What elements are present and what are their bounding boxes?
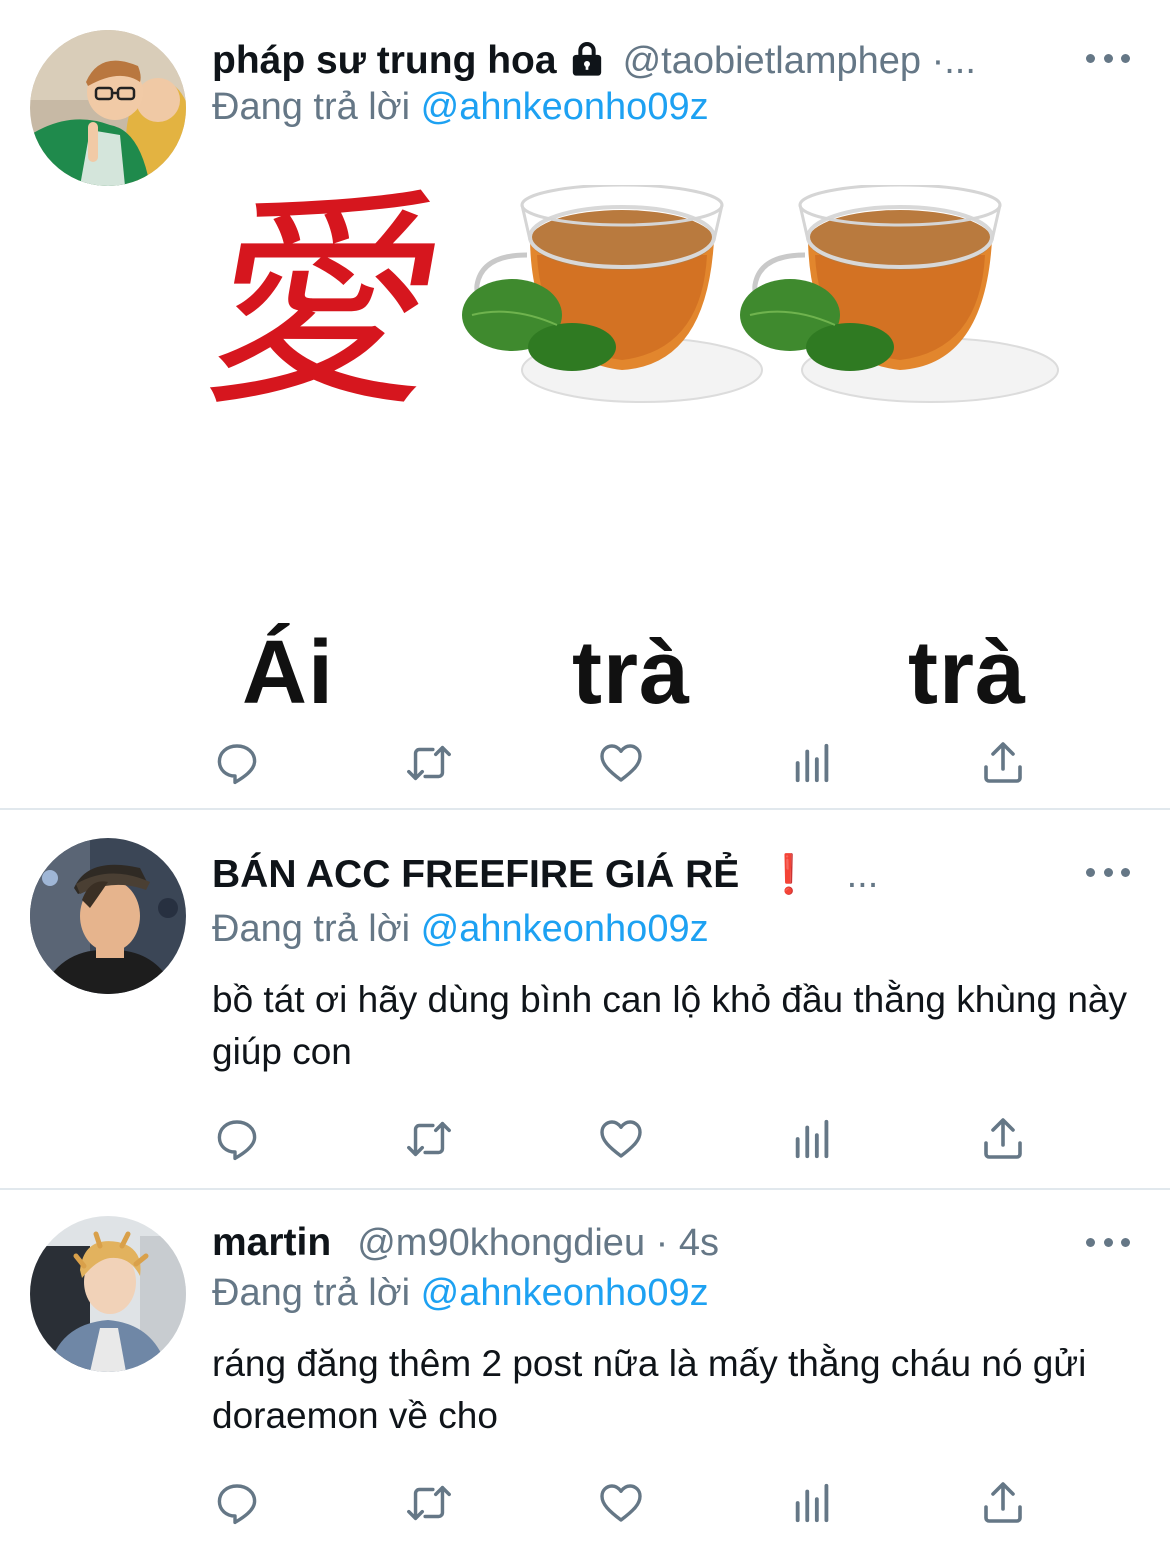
display-name[interactable]: pháp sư trung hoa	[212, 39, 557, 83]
analytics-icon	[795, 1483, 829, 1523]
share-icon	[984, 1482, 1022, 1523]
love-character: 愛	[188, 171, 466, 438]
like-button[interactable]	[596, 738, 646, 788]
user-handle[interactable]: @taobietlamphep ·...	[623, 40, 976, 83]
media-caption: trà	[572, 623, 691, 723]
retweet-button[interactable]	[404, 1478, 454, 1528]
analytics-icon	[795, 743, 829, 783]
more-icon[interactable]	[1086, 862, 1130, 882]
avatar[interactable]	[30, 838, 186, 994]
reply-icon	[217, 1120, 257, 1161]
retweet-icon	[407, 1121, 451, 1157]
share-icon	[984, 742, 1022, 783]
tea-cup-image	[740, 185, 1059, 403]
reply-button[interactable]	[212, 1114, 262, 1164]
reply-context: Đang trả lời @ahnkeonho09z	[212, 908, 709, 951]
like-icon	[600, 744, 642, 782]
analytics-button[interactable]	[788, 1114, 838, 1164]
user-handle[interactable]: @m90khongdieu · 4s	[357, 1222, 719, 1265]
tweet-2[interactable]: BÁN ACC FREEFIRE GIÁ RẺ ❗ ... Đang trả l…	[0, 810, 1170, 1188]
tweet-actions	[212, 1114, 1042, 1164]
media-caption: Ái	[242, 623, 334, 723]
avatar[interactable]	[30, 1216, 186, 1372]
tweet-text: bồ tát ơi hãy dùng bình can lộ khỏ đầu t…	[212, 979, 1128, 1072]
retweet-icon	[407, 745, 451, 781]
tweet-header: martin @m90khongdieu · 4s	[212, 1218, 719, 1268]
reply-icon	[217, 1484, 257, 1525]
tweet-header: pháp sư trung hoa @taobietlamphep ·...	[212, 36, 976, 86]
reply-button[interactable]	[212, 738, 262, 788]
reply-label: Đang trả lời	[212, 1272, 411, 1314]
media-caption: trà	[908, 623, 1027, 723]
reply-button[interactable]	[212, 1478, 262, 1528]
like-button[interactable]	[596, 1478, 646, 1528]
retweet-icon	[407, 1485, 451, 1521]
reply-icon	[217, 744, 257, 785]
like-icon	[600, 1484, 642, 1522]
analytics-button[interactable]	[788, 1478, 838, 1528]
lock-icon	[567, 39, 607, 84]
more-icon[interactable]	[1086, 1232, 1130, 1252]
like-icon	[600, 1120, 642, 1158]
reply-label: Đang trả lời	[212, 86, 411, 128]
share-button[interactable]	[978, 1114, 1028, 1164]
share-icon	[984, 1118, 1022, 1159]
truncation-ellipsis: ...	[846, 853, 879, 896]
tweet-header: BÁN ACC FREEFIRE GIÁ RẺ ❗ ...	[212, 850, 878, 900]
retweet-button[interactable]	[404, 738, 454, 788]
display-name[interactable]: martin	[212, 1221, 331, 1265]
reply-mention-link[interactable]: @ahnkeonho09z	[421, 86, 709, 128]
exclamation-badge-icon: ❗	[765, 854, 813, 896]
display-name[interactable]: BÁN ACC FREEFIRE GIÁ RẺ	[212, 853, 739, 897]
reply-label: Đang trả lời	[212, 908, 411, 950]
tweet-3[interactable]: martin @m90khongdieu · 4s Đang trả lời @…	[0, 1190, 1170, 1545]
reply-mention-link[interactable]: @ahnkeonho09z	[421, 1272, 709, 1314]
reply-context: Đang trả lời @ahnkeonho09z	[212, 86, 709, 129]
analytics-button[interactable]	[788, 738, 838, 788]
tweet-media-image[interactable]: 愛 Ái trà trà	[189, 160, 1092, 723]
share-button[interactable]	[978, 738, 1028, 788]
reply-context: Đang trả lời @ahnkeonho09z	[212, 1272, 709, 1315]
like-button[interactable]	[596, 1114, 646, 1164]
avatar[interactable]	[30, 30, 186, 186]
reply-mention-link[interactable]: @ahnkeonho09z	[421, 908, 709, 950]
tweet-actions	[212, 1478, 1042, 1528]
tweet-text: ráng đăng thêm 2 post nữa là mấy thằng c…	[212, 1343, 1087, 1436]
more-icon[interactable]	[1086, 48, 1130, 68]
analytics-icon	[795, 1119, 829, 1159]
retweet-button[interactable]	[404, 1114, 454, 1164]
tweet-actions	[212, 738, 1042, 788]
share-button[interactable]	[978, 1478, 1028, 1528]
tweet-1[interactable]: pháp sư trung hoa @taobietlamphep ·... Đ…	[0, 0, 1170, 810]
